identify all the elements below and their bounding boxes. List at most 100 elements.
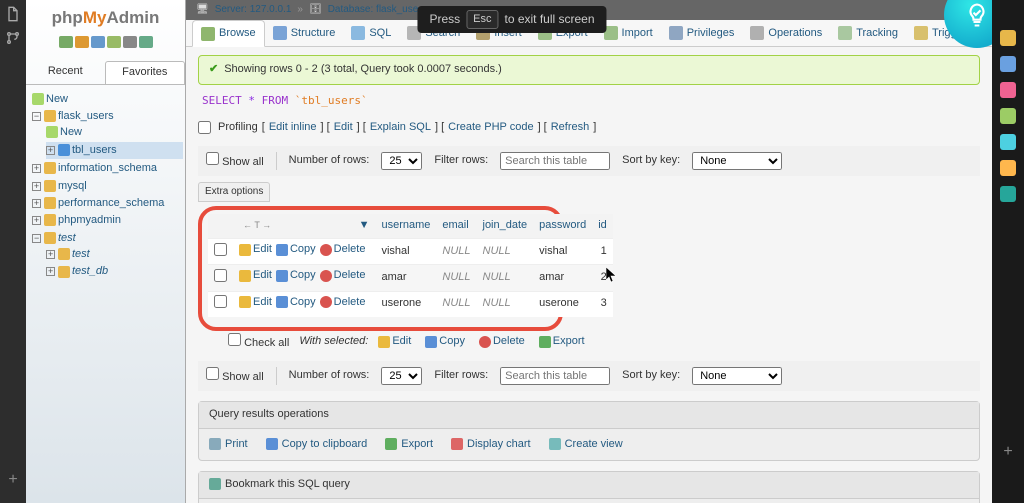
cell-email[interactable]: NULL bbox=[436, 265, 476, 291]
rail-icon[interactable] bbox=[1000, 134, 1016, 150]
col-username[interactable]: username bbox=[375, 214, 436, 239]
sort-select-2[interactable]: None bbox=[692, 367, 782, 385]
expand-icon[interactable]: + bbox=[32, 182, 41, 191]
cell-join-date[interactable]: NULL bbox=[477, 239, 534, 265]
col-password[interactable]: password bbox=[533, 214, 592, 239]
logout-icon[interactable] bbox=[75, 36, 89, 48]
cell-username[interactable]: amar bbox=[375, 265, 436, 291]
add-icon[interactable]: + bbox=[8, 469, 17, 491]
tab-recent[interactable]: Recent bbox=[26, 61, 105, 83]
expand-icon[interactable]: + bbox=[46, 267, 55, 276]
edit-link[interactable]: Edit bbox=[334, 120, 353, 135]
profiling-checkbox[interactable] bbox=[198, 121, 211, 134]
tab-operations[interactable]: Operations bbox=[742, 20, 830, 46]
rail-icon[interactable] bbox=[1000, 108, 1016, 124]
col-join-date[interactable]: join_date bbox=[477, 214, 534, 239]
row-checkbox[interactable] bbox=[214, 295, 227, 308]
row-delete[interactable]: Delete bbox=[334, 242, 366, 257]
tab-favorites[interactable]: Favorites bbox=[105, 61, 186, 83]
tree-test-db[interactable]: test_db bbox=[72, 265, 108, 277]
refresh-icon[interactable] bbox=[139, 36, 153, 48]
tree-db-flask[interactable]: flask_users bbox=[58, 110, 114, 122]
docs-icon[interactable] bbox=[91, 36, 105, 48]
cell-password[interactable]: userone bbox=[533, 291, 592, 317]
tree-flask-new[interactable]: New bbox=[60, 126, 82, 138]
filter-input-2[interactable] bbox=[500, 367, 610, 385]
row-copy[interactable]: Copy bbox=[290, 268, 316, 283]
ws-copy[interactable]: Copy bbox=[439, 334, 465, 349]
row-checkbox[interactable] bbox=[214, 243, 227, 256]
tab-structure[interactable]: Structure bbox=[265, 20, 344, 46]
ws-delete[interactable]: Delete bbox=[493, 334, 525, 349]
tree-tbl-users[interactable]: tbl_users bbox=[72, 144, 117, 156]
filter-input[interactable] bbox=[500, 152, 610, 170]
tab-privileges[interactable]: Privileges bbox=[661, 20, 743, 46]
ws-export[interactable]: Export bbox=[553, 334, 585, 349]
tree-test-sub[interactable]: test bbox=[72, 248, 90, 260]
show-all-checkbox[interactable] bbox=[206, 152, 219, 165]
add-icon[interactable]: + bbox=[1003, 441, 1012, 463]
table-row[interactable]: EditCopyDeleteuseroneNULLNULLuserone3 bbox=[208, 291, 613, 317]
explain-link[interactable]: Explain SQL bbox=[370, 120, 431, 135]
op-chart[interactable]: Display chart bbox=[451, 437, 531, 452]
row-edit[interactable]: Edit bbox=[253, 242, 272, 257]
edit-inline-link[interactable]: Edit inline bbox=[269, 120, 317, 135]
op-export[interactable]: Export bbox=[385, 437, 433, 452]
rail-icon[interactable] bbox=[1000, 160, 1016, 176]
nav-quick-icons[interactable] bbox=[26, 32, 185, 57]
cell-join-date[interactable]: NULL bbox=[477, 291, 534, 317]
cell-password[interactable]: amar bbox=[533, 265, 592, 291]
row-copy[interactable]: Copy bbox=[290, 242, 316, 257]
tree-db-perf[interactable]: performance_schema bbox=[58, 197, 164, 209]
expand-icon[interactable]: + bbox=[32, 216, 41, 225]
row-edit[interactable]: Edit bbox=[253, 268, 272, 283]
rail-icon[interactable] bbox=[1000, 82, 1016, 98]
extra-options-toggle[interactable]: Extra options bbox=[198, 182, 270, 202]
check-all-checkbox[interactable] bbox=[228, 333, 241, 346]
tree-db-info[interactable]: information_schema bbox=[58, 162, 157, 174]
numrows-select-2[interactable]: 25 bbox=[381, 367, 422, 385]
numrows-select[interactable]: 25 bbox=[381, 152, 422, 170]
show-all-checkbox-2[interactable] bbox=[206, 367, 219, 380]
cell-id[interactable]: 3 bbox=[592, 291, 613, 317]
col-email[interactable]: email bbox=[436, 214, 476, 239]
sort-select[interactable]: None bbox=[692, 152, 782, 170]
cell-username[interactable]: vishal bbox=[375, 239, 436, 265]
cell-id[interactable]: 1 bbox=[592, 239, 613, 265]
home-icon[interactable] bbox=[59, 36, 73, 48]
cell-email[interactable]: NULL bbox=[436, 291, 476, 317]
tree-db-mysql[interactable]: mysql bbox=[58, 180, 87, 192]
table-row[interactable]: EditCopyDeleteamarNULLNULLamar2 bbox=[208, 265, 613, 291]
row-checkbox[interactable] bbox=[214, 269, 227, 282]
rail-icon[interactable] bbox=[1000, 30, 1016, 46]
ws-edit[interactable]: Edit bbox=[392, 334, 411, 349]
op-print[interactable]: Print bbox=[209, 437, 248, 452]
tab-tracking[interactable]: Tracking bbox=[830, 20, 906, 46]
branch-icon[interactable] bbox=[5, 30, 21, 46]
settings-icon[interactable] bbox=[107, 36, 121, 48]
database-tree[interactable]: New −flask_users New +tbl_users +informa… bbox=[26, 85, 185, 288]
phpmyadmin-logo[interactable]: phpMyAdmin bbox=[26, 4, 185, 32]
row-delete[interactable]: Delete bbox=[334, 268, 366, 283]
expand-icon[interactable]: + bbox=[46, 146, 55, 155]
tree-new[interactable]: New bbox=[46, 93, 68, 105]
op-copy-clipboard[interactable]: Copy to clipboard bbox=[266, 437, 368, 452]
table-row[interactable]: EditCopyDeletevishalNULLNULLvishal1 bbox=[208, 239, 613, 265]
expand-icon[interactable]: + bbox=[46, 250, 55, 259]
expand-icon[interactable]: + bbox=[32, 199, 41, 208]
cell-join-date[interactable]: NULL bbox=[477, 265, 534, 291]
tree-db-pma[interactable]: phpmyadmin bbox=[58, 214, 121, 226]
reload-icon[interactable] bbox=[123, 36, 137, 48]
refresh-link[interactable]: Refresh bbox=[551, 120, 590, 135]
col-id[interactable]: id bbox=[592, 214, 613, 239]
collapse-icon[interactable]: − bbox=[32, 234, 41, 243]
tree-db-test[interactable]: test bbox=[58, 232, 76, 244]
files-icon[interactable] bbox=[5, 6, 21, 22]
op-create-view[interactable]: Create view bbox=[549, 437, 623, 452]
row-delete[interactable]: Delete bbox=[334, 295, 366, 310]
row-edit[interactable]: Edit bbox=[253, 295, 272, 310]
tab-browse[interactable]: Browse bbox=[192, 20, 265, 47]
expand-icon[interactable]: + bbox=[32, 164, 41, 173]
bc-database[interactable]: Database: flask_use bbox=[328, 3, 419, 17]
rail-icon[interactable] bbox=[1000, 56, 1016, 72]
